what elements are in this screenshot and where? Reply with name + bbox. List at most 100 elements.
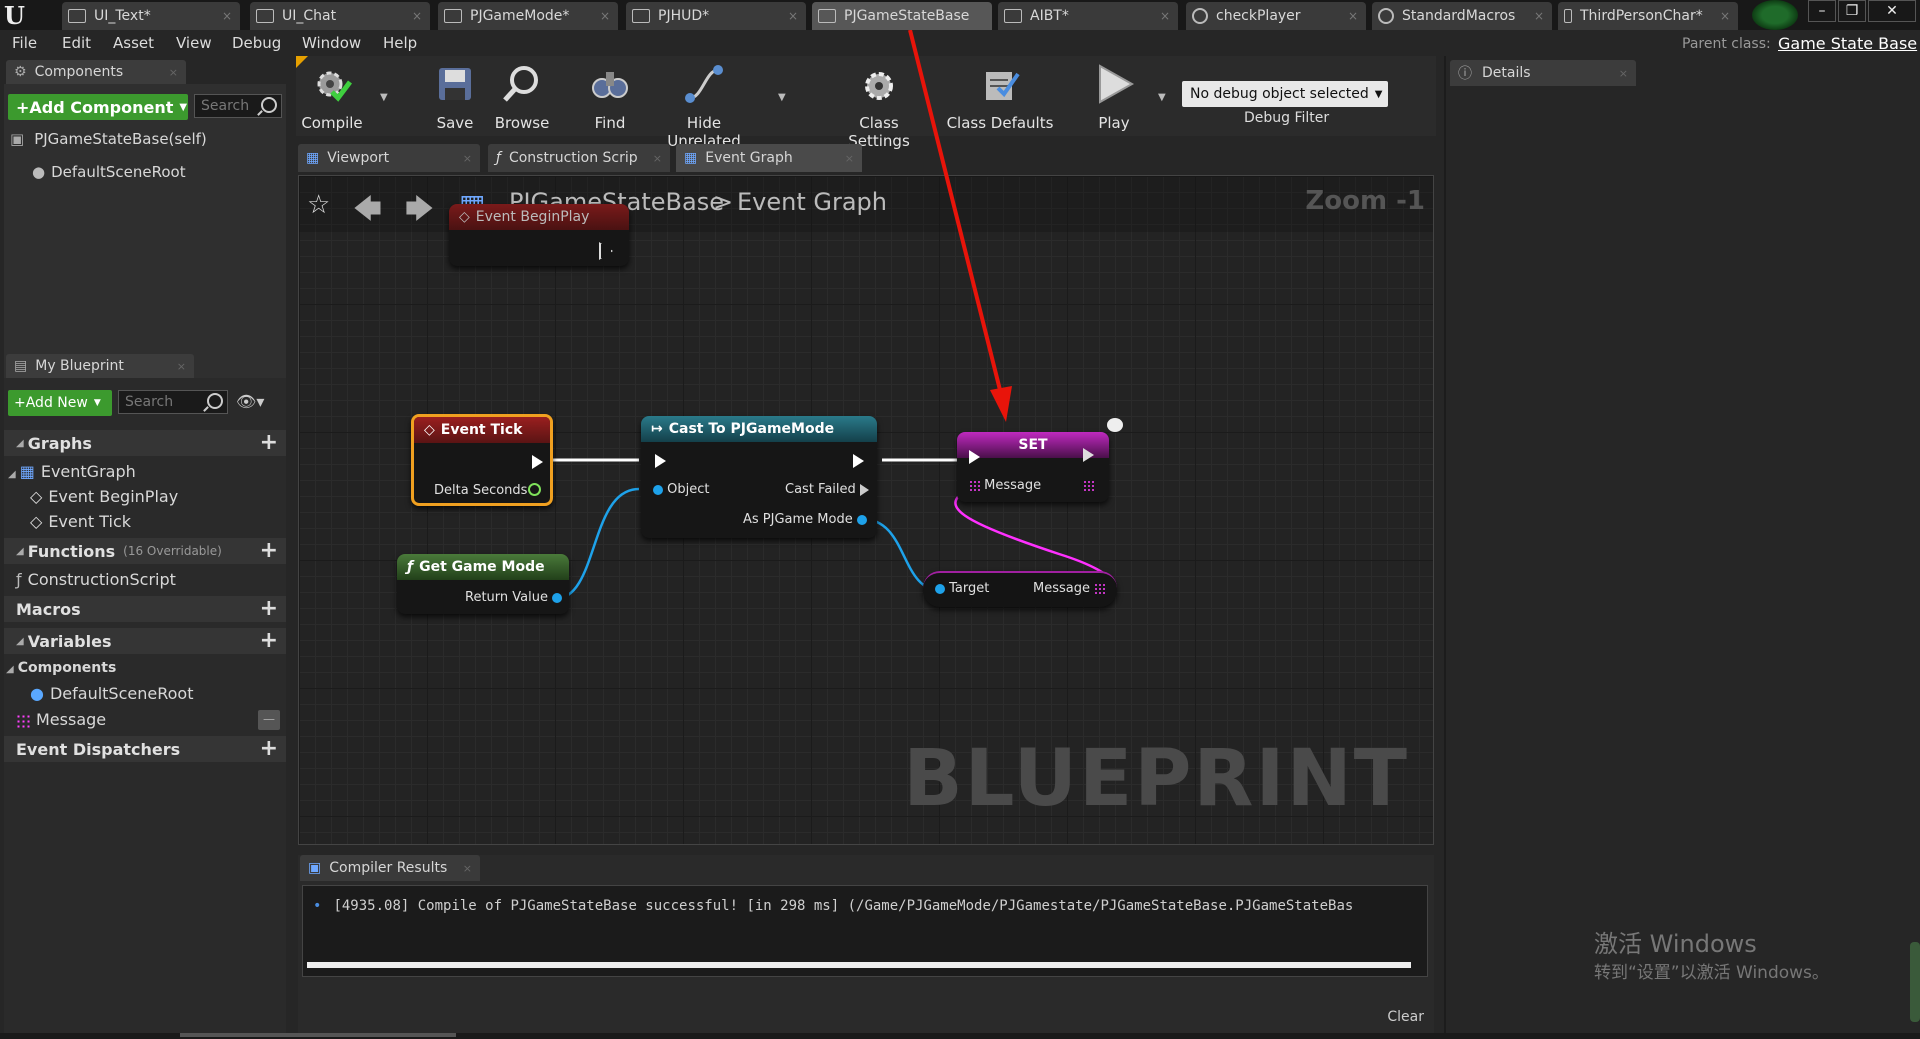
parent-class-link[interactable]: Game State Base [1778, 34, 1917, 53]
object-input-pin[interactable]: Object [653, 482, 709, 497]
tab-my-blueprint[interactable]: ▤ My Blueprint × [6, 354, 194, 378]
add-dispatcher-icon[interactable]: + [260, 736, 278, 762]
doc-tab-pjgamemode[interactable]: PJGameMode* × [438, 2, 618, 30]
exec-out-pin[interactable] [853, 454, 864, 468]
close-icon[interactable]: × [1534, 9, 1544, 23]
close-icon[interactable]: × [169, 66, 178, 79]
node-get-game-mode[interactable]: ƒ Get Game Mode Return Value [397, 554, 569, 614]
tree-item-event-beginplay[interactable]: ◇ Event BeginPlay [30, 487, 178, 506]
return-value-pin[interactable]: Return Value [465, 590, 563, 605]
doc-tab-pjhud[interactable]: PJHUD* × [626, 2, 806, 30]
add-variable-icon[interactable]: + [260, 628, 278, 654]
close-icon[interactable]: × [412, 9, 422, 23]
compile-options-chevron-icon[interactable]: ▼ [380, 92, 388, 103]
getter-target-pin[interactable]: Target [935, 581, 989, 596]
category-macros[interactable]: Macros + [4, 596, 286, 622]
doc-tab-pjgamestatebase[interactable]: PJGameStateBase [812, 2, 992, 30]
clear-button[interactable]: Clear [1387, 1009, 1424, 1025]
variable-message[interactable]: Message [16, 710, 106, 729]
category-functions[interactable]: ◢ Functions (16 Overridable) + [4, 538, 286, 564]
hide-unrelated-chevron-icon[interactable]: ▼ [778, 92, 786, 103]
close-window-icon[interactable]: ✕ [1868, 0, 1916, 22]
node-set-message[interactable]: SET Message [957, 432, 1109, 502]
node-event-tick[interactable]: ◇ Event Tick Delta Seconds [411, 414, 553, 506]
doc-tab-checkplayer[interactable]: checkPlayer × [1186, 2, 1366, 30]
event-graph-canvas[interactable]: ☆ 🡄 🡆 ▦ PJGameStateBase > Event Graph Zo… [298, 175, 1434, 845]
component-root-item[interactable]: ● DefaultSceneRoot [32, 163, 186, 181]
exec-in-pin[interactable] [655, 454, 666, 468]
add-macro-icon[interactable]: + [260, 596, 278, 622]
node-get-message[interactable]: Target Message [923, 571, 1117, 607]
doc-tab-ui-text[interactable]: UI_Text* × [62, 2, 240, 30]
tab-viewport[interactable]: ▦ Viewport × [298, 144, 480, 172]
play-button[interactable]: Play [1086, 62, 1142, 132]
browse-button[interactable]: Browse [492, 62, 552, 132]
minimize-icon[interactable]: – [1808, 0, 1836, 22]
compile-button[interactable]: Compile [300, 62, 364, 132]
restore-icon[interactable]: ❐ [1838, 0, 1866, 22]
add-component-button[interactable]: +Add Component ▼ [8, 94, 188, 120]
forward-arrow-icon[interactable]: 🡆 [405, 188, 434, 236]
close-icon[interactable]: × [653, 152, 662, 165]
unreal-logo-icon[interactable]: U [4, 1, 32, 30]
exec-in-pin[interactable] [969, 450, 980, 464]
close-icon[interactable]: × [1160, 9, 1170, 23]
doc-tab-thirdpersonchar[interactable]: ThirdPersonChar* × [1558, 2, 1738, 30]
tab-compiler-results[interactable]: ▣ Compiler Results × [300, 855, 480, 881]
exec-out-pin[interactable] [599, 242, 613, 260]
log-horizontal-scrollbar[interactable] [307, 962, 1411, 968]
exec-out-pin[interactable] [532, 455, 543, 469]
close-icon[interactable]: × [463, 862, 472, 875]
tree-item-event-tick[interactable]: ◇ Event Tick [30, 512, 131, 531]
tab-details[interactable]: ⓘ Details × [1450, 60, 1636, 86]
close-icon[interactable]: × [1619, 67, 1628, 80]
my-blueprint-search-input[interactable]: Search [118, 390, 228, 414]
favorite-star-icon[interactable]: ☆ [307, 190, 330, 220]
set-message-input-pin[interactable]: Message [969, 478, 1041, 493]
doc-tab-aibt[interactable]: AIBT* × [998, 2, 1178, 30]
set-message-output-pin[interactable] [1083, 480, 1094, 491]
menu-view[interactable]: View [176, 34, 212, 52]
source-control-icon[interactable] [1752, 0, 1798, 30]
category-event-dispatchers[interactable]: Event Dispatchers + [4, 736, 286, 762]
hide-unrelated-button[interactable]: Hide Unrelated [650, 62, 758, 150]
doc-tab-ui-chat[interactable]: UI_Chat × [250, 2, 430, 30]
close-icon[interactable]: × [177, 360, 186, 373]
save-button[interactable]: Save [430, 62, 480, 132]
close-icon[interactable]: × [600, 9, 610, 23]
tab-construction-script[interactable]: ƒ Construction Scrip × [488, 144, 670, 172]
play-options-chevron-icon[interactable]: ▼ [1158, 92, 1166, 103]
getter-message-pin[interactable]: Message [1033, 581, 1106, 596]
category-variables[interactable]: ◢ Variables + [4, 628, 286, 654]
tab-event-graph[interactable]: ▦ Event Graph × [676, 144, 862, 172]
close-icon[interactable]: × [1720, 9, 1730, 23]
menu-help[interactable]: Help [383, 34, 417, 52]
close-icon[interactable]: × [463, 152, 472, 165]
cast-failed-pin[interactable]: Cast Failed [785, 482, 869, 497]
exec-out-pin[interactable] [1083, 448, 1094, 462]
component-self-item[interactable]: ▣ PJGameStateBase(self) [10, 130, 207, 148]
add-new-button[interactable]: +Add New ▼ [8, 390, 112, 416]
tree-item-eventgraph[interactable]: ◢ ▦ EventGraph [8, 462, 136, 481]
node-event-beginplay[interactable]: ◇ Event BeginPlay [449, 204, 629, 266]
menu-window[interactable]: Window [302, 34, 361, 52]
category-graphs[interactable]: ◢ Graphs + [4, 430, 286, 456]
close-icon[interactable]: × [845, 152, 854, 165]
add-function-icon[interactable]: + [260, 538, 278, 564]
comment-bubble-icon[interactable] [1107, 418, 1123, 432]
as-pjgamemode-pin[interactable]: As PJGame Mode [743, 512, 867, 527]
close-icon[interactable]: × [1348, 9, 1358, 23]
delta-seconds-pin[interactable] [528, 483, 541, 496]
tab-components[interactable]: ⚙ Components × [6, 60, 186, 84]
visibility-toggle-icon[interactable]: — [258, 710, 280, 730]
menu-edit[interactable]: Edit [62, 34, 91, 52]
add-graph-icon[interactable]: + [260, 430, 278, 456]
subcategory-components[interactable]: ◢ Components [6, 660, 116, 676]
view-options-eye-icon[interactable]: 👁▾ [236, 392, 264, 411]
details-scrollbar[interactable] [1910, 942, 1920, 1022]
debug-object-select[interactable]: No debug object selected ▼ [1182, 81, 1388, 107]
back-arrow-icon[interactable]: 🡄 [353, 188, 382, 236]
close-icon[interactable]: × [222, 9, 232, 23]
components-search-input[interactable]: Search [194, 94, 282, 118]
menu-debug[interactable]: Debug [232, 34, 281, 52]
